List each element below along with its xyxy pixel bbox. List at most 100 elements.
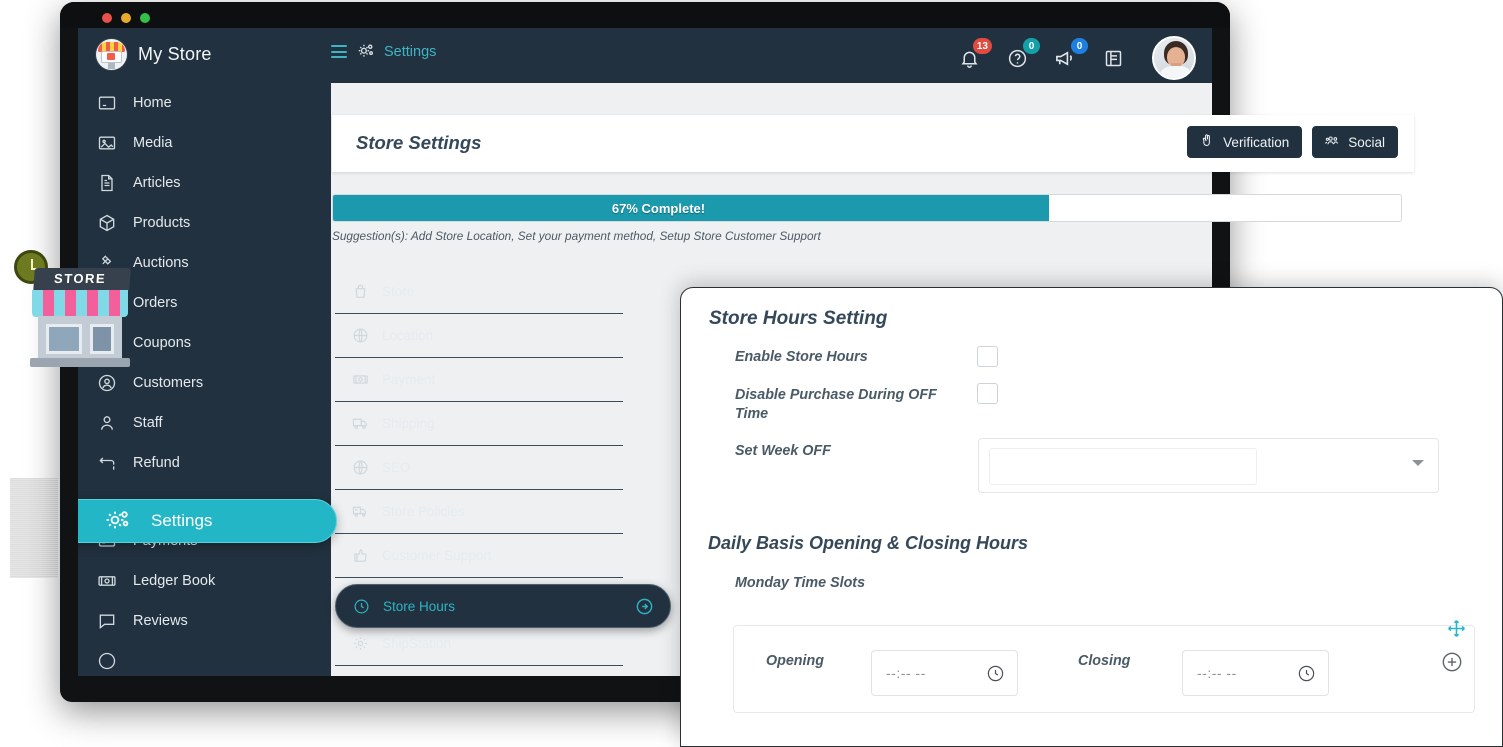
opening-label: Opening bbox=[766, 653, 824, 669]
clock-icon[interactable] bbox=[986, 664, 1005, 683]
move-arrows-icon[interactable] bbox=[1446, 618, 1467, 639]
sidebar-item-home[interactable]: Home bbox=[78, 83, 331, 123]
image-icon bbox=[97, 133, 117, 153]
sidebar-item-media[interactable]: Media bbox=[78, 123, 331, 163]
social-button-label: Social bbox=[1348, 134, 1385, 150]
week-off-select[interactable] bbox=[978, 438, 1439, 493]
tab-seo[interactable]: SEO bbox=[335, 446, 623, 490]
sidebar-item-label: Products bbox=[133, 215, 191, 231]
enable-store-hours-checkbox[interactable] bbox=[977, 346, 998, 367]
week-off-input[interactable] bbox=[989, 448, 1257, 485]
sidebar-item-label: Customers bbox=[133, 375, 204, 391]
tab-payment[interactable]: Payment bbox=[335, 358, 623, 402]
gavel-icon bbox=[97, 253, 117, 273]
sidebar-item-label: Home bbox=[133, 95, 172, 111]
truck-icon bbox=[352, 415, 369, 432]
help-question-icon[interactable]: 0 bbox=[1004, 38, 1040, 71]
hand-peace-icon bbox=[1200, 133, 1215, 151]
wall-clock-icon bbox=[14, 250, 48, 284]
brand-name: My Store bbox=[138, 44, 212, 64]
plus-circle-icon[interactable] bbox=[1441, 651, 1463, 673]
sidebar-item-articles[interactable]: Articles bbox=[78, 163, 331, 203]
header-actions: Verification Social bbox=[1187, 126, 1398, 158]
chevron-down-icon[interactable] bbox=[1412, 460, 1424, 466]
tab-label: Store Policies bbox=[382, 504, 465, 519]
sidebar-item-label: Reviews bbox=[133, 613, 188, 629]
gear-icon bbox=[352, 635, 369, 652]
sidebar-item-settings[interactable]: Settings bbox=[78, 499, 337, 543]
tab-label: Store bbox=[382, 284, 415, 299]
tab-label: SEO bbox=[382, 460, 411, 475]
arrow-circle-right-icon[interactable] bbox=[635, 597, 654, 616]
avatar[interactable] bbox=[1152, 36, 1196, 80]
tab-shipping[interactable]: Shipping bbox=[335, 402, 623, 446]
verification-button-label: Verification bbox=[1223, 134, 1290, 150]
brand[interactable]: My Store bbox=[96, 39, 212, 70]
comment-icon bbox=[97, 611, 117, 631]
disable-purchase-label: Disable Purchase During OFF Time bbox=[735, 387, 937, 423]
policy-truck-icon bbox=[352, 503, 369, 520]
sidebar-item-partial[interactable] bbox=[78, 641, 331, 676]
sidebar-item-label: Ledger Book bbox=[133, 573, 216, 589]
tab-customer-support[interactable]: Customer Support bbox=[335, 534, 623, 578]
sidebar-item-label: Articles bbox=[133, 175, 181, 191]
time-slot-row bbox=[733, 625, 1475, 713]
notifications-bell-icon[interactable]: 13 bbox=[956, 38, 992, 71]
decorative-texture bbox=[10, 478, 58, 578]
person-icon bbox=[97, 413, 117, 433]
window-maximize-button[interactable] bbox=[140, 13, 150, 23]
store-logo-icon bbox=[96, 39, 127, 70]
home-icon bbox=[97, 93, 117, 113]
sidebar-item-label: Refund bbox=[133, 455, 180, 471]
social-button[interactable]: Social bbox=[1312, 126, 1398, 158]
tab-shipstation[interactable]: ShipStation bbox=[335, 622, 623, 666]
closing-time-input[interactable]: --:-- -- bbox=[1182, 650, 1329, 696]
progress-fill: 67% Complete! bbox=[333, 195, 1049, 221]
gear-icon[interactable] bbox=[356, 42, 375, 61]
sidebar-item-refund[interactable]: Refund bbox=[78, 443, 331, 483]
sidebar-item-label: Orders bbox=[133, 295, 178, 311]
top-nav: Settings bbox=[331, 42, 436, 61]
user-circle-icon bbox=[97, 651, 117, 671]
gift-icon bbox=[97, 333, 117, 353]
verification-button[interactable]: Verification bbox=[1187, 126, 1303, 158]
set-week-off-label: Set Week OFF bbox=[735, 443, 831, 459]
hamburger-menu-icon[interactable] bbox=[331, 45, 347, 58]
refund-arrow-icon bbox=[97, 453, 117, 473]
top-nav-label[interactable]: Settings bbox=[384, 44, 436, 60]
sidebar-item-staff[interactable]: Staff bbox=[78, 403, 331, 443]
sidebar-item-label: Settings bbox=[151, 511, 213, 530]
sidebar-item-auctions[interactable]: Auctions bbox=[78, 243, 331, 283]
tab-store[interactable]: Store bbox=[335, 270, 623, 314]
sidebar-item-ledger-book[interactable]: Ledger Book bbox=[78, 561, 331, 601]
completion-progress: 67% Complete! Suggestion(s): Add Store L… bbox=[332, 194, 1402, 243]
tab-label: Shipping bbox=[382, 416, 435, 431]
sidebar-item-orders[interactable]: Orders bbox=[78, 283, 331, 323]
progress-track: 67% Complete! bbox=[332, 194, 1402, 222]
sidebar-item-products[interactable]: Products bbox=[78, 203, 331, 243]
window-minimize-button[interactable] bbox=[121, 13, 131, 23]
globe-icon bbox=[352, 327, 369, 344]
sidebar-item-coupons[interactable]: Coupons bbox=[78, 323, 331, 363]
sidebar-item-reviews[interactable]: Reviews bbox=[78, 601, 331, 641]
sidebar-item-customers[interactable]: Customers bbox=[78, 363, 331, 403]
tab-location[interactable]: Location bbox=[335, 314, 623, 358]
window-close-button[interactable] bbox=[102, 13, 112, 23]
disable-purchase-checkbox[interactable] bbox=[977, 383, 998, 404]
book-icon[interactable] bbox=[1100, 45, 1126, 71]
page-header-card: Store Settings Verification Social bbox=[332, 115, 1414, 172]
document-icon bbox=[97, 173, 117, 193]
opening-time-input[interactable]: --:-- -- bbox=[871, 650, 1018, 696]
tab-extra[interactable] bbox=[335, 666, 623, 710]
tab-label: Store Hours bbox=[383, 598, 456, 614]
money-icon bbox=[97, 571, 117, 591]
tab-store-policies[interactable]: Store Policies bbox=[335, 490, 623, 534]
suggestion-text: Suggestion(s): Add Store Location, Set y… bbox=[332, 229, 821, 243]
tab-label: Customer Support bbox=[382, 548, 492, 563]
clock-icon[interactable] bbox=[1297, 664, 1316, 683]
sidebar-item-label: Coupons bbox=[133, 335, 192, 351]
announcement-megaphone-icon[interactable]: 0 bbox=[1052, 38, 1088, 71]
tab-store-hours[interactable]: Store Hours bbox=[335, 584, 671, 628]
day-time-slots-title: Monday Time Slots bbox=[735, 575, 866, 591]
bag-icon bbox=[352, 283, 369, 300]
